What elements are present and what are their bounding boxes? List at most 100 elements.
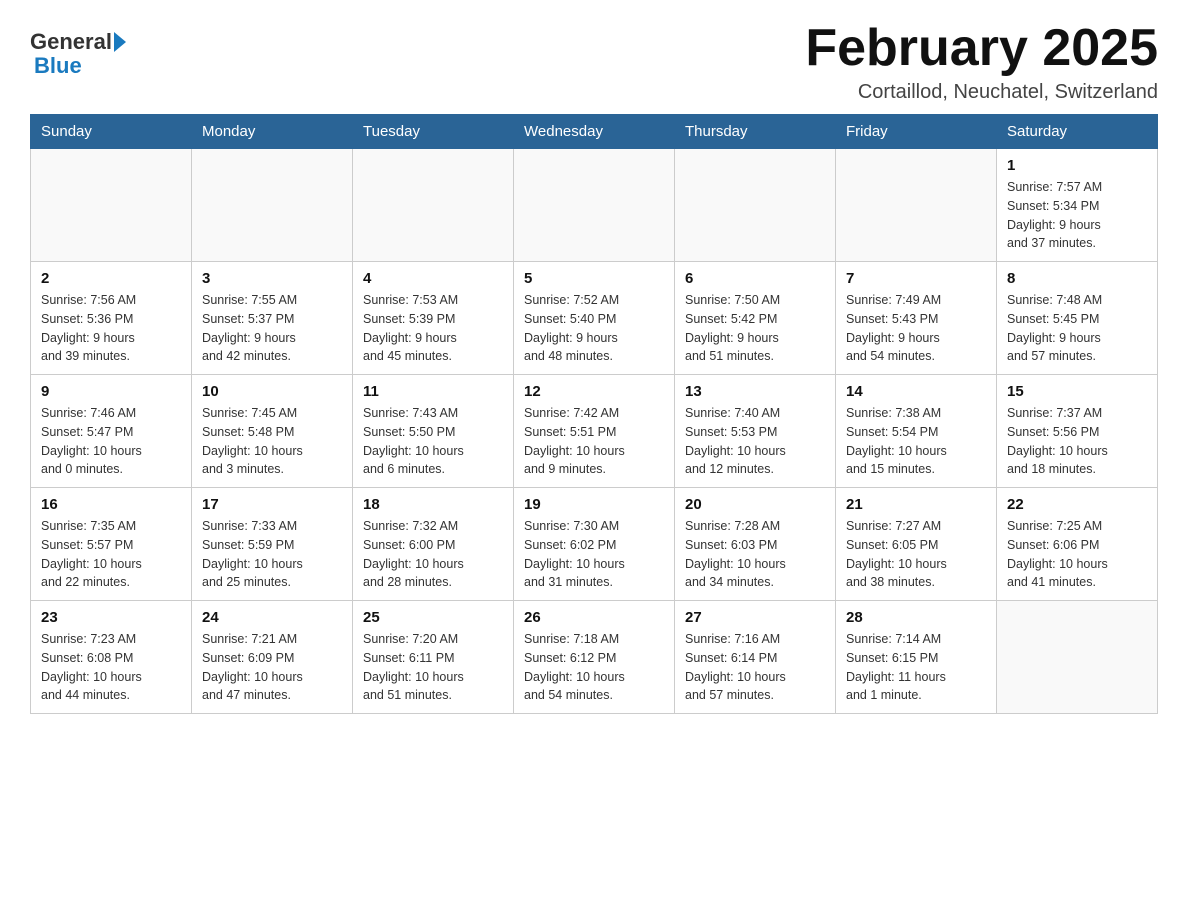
day-info: Sunrise: 7:23 AMSunset: 6:08 PMDaylight:… xyxy=(41,630,181,705)
month-title: February 2025 xyxy=(805,20,1158,77)
day-number: 12 xyxy=(524,383,664,400)
day-number: 11 xyxy=(363,383,503,400)
calendar-cell: 23 Sunrise: 7:23 AMSunset: 6:08 PMDayligh… xyxy=(31,601,192,714)
day-info: Sunrise: 7:43 AMSunset: 5:50 PMDaylight:… xyxy=(363,404,503,479)
day-info: Sunrise: 7:16 AMSunset: 6:14 PMDaylight:… xyxy=(685,630,825,705)
day-number: 21 xyxy=(846,496,986,513)
calendar-cell xyxy=(997,601,1158,714)
day-number: 1 xyxy=(1007,157,1147,174)
day-number: 9 xyxy=(41,383,181,400)
calendar-cell: 4 Sunrise: 7:53 AMSunset: 5:39 PMDaylight… xyxy=(353,262,514,375)
day-number: 3 xyxy=(202,270,342,287)
weekday-header-sunday: Sunday xyxy=(31,115,192,149)
day-info: Sunrise: 7:18 AMSunset: 6:12 PMDaylight:… xyxy=(524,630,664,705)
day-number: 25 xyxy=(363,609,503,626)
calendar-cell: 24 Sunrise: 7:21 AMSunset: 6:09 PMDayligh… xyxy=(192,601,353,714)
day-info: Sunrise: 7:35 AMSunset: 5:57 PMDaylight:… xyxy=(41,517,181,592)
day-info: Sunrise: 7:40 AMSunset: 5:53 PMDaylight:… xyxy=(685,404,825,479)
day-number: 13 xyxy=(685,383,825,400)
day-number: 26 xyxy=(524,609,664,626)
day-info: Sunrise: 7:56 AMSunset: 5:36 PMDaylight:… xyxy=(41,291,181,366)
calendar-cell: 18 Sunrise: 7:32 AMSunset: 6:00 PMDayligh… xyxy=(353,488,514,601)
day-info: Sunrise: 7:38 AMSunset: 5:54 PMDaylight:… xyxy=(846,404,986,479)
day-info: Sunrise: 7:32 AMSunset: 6:00 PMDaylight:… xyxy=(363,517,503,592)
day-info: Sunrise: 7:33 AMSunset: 5:59 PMDaylight:… xyxy=(202,517,342,592)
day-info: Sunrise: 7:55 AMSunset: 5:37 PMDaylight:… xyxy=(202,291,342,366)
weekday-header-row: SundayMondayTuesdayWednesdayThursdayFrid… xyxy=(31,115,1158,149)
day-info: Sunrise: 7:25 AMSunset: 6:06 PMDaylight:… xyxy=(1007,517,1147,592)
calendar-cell: 12 Sunrise: 7:42 AMSunset: 5:51 PMDayligh… xyxy=(514,375,675,488)
weekday-header-monday: Monday xyxy=(192,115,353,149)
calendar-cell xyxy=(836,149,997,262)
day-info: Sunrise: 7:37 AMSunset: 5:56 PMDaylight:… xyxy=(1007,404,1147,479)
week-row-1: 1 Sunrise: 7:57 AMSunset: 5:34 PMDaylight… xyxy=(31,149,1158,262)
day-number: 22 xyxy=(1007,496,1147,513)
day-number: 7 xyxy=(846,270,986,287)
day-number: 19 xyxy=(524,496,664,513)
page-header: General Blue February 2025 Cortaillod, N… xyxy=(30,20,1158,104)
calendar-cell: 5Sunrise: 7:52 AMSunset: 5:40 PMDaylight… xyxy=(514,262,675,375)
calendar-cell xyxy=(31,149,192,262)
calendar-cell: 10Sunrise: 7:45 AMSunset: 5:48 PMDayligh… xyxy=(192,375,353,488)
day-number: 16 xyxy=(41,496,181,513)
day-info: Sunrise: 7:42 AMSunset: 5:51 PMDaylight:… xyxy=(524,404,664,479)
calendar-cell: 2 Sunrise: 7:56 AMSunset: 5:36 PMDaylight… xyxy=(31,262,192,375)
calendar-table: SundayMondayTuesdayWednesdayThursdayFrid… xyxy=(30,114,1158,714)
day-number: 28 xyxy=(846,609,986,626)
logo-blue: Blue xyxy=(34,54,82,78)
day-number: 10 xyxy=(202,383,342,400)
day-info: Sunrise: 7:50 AMSunset: 5:42 PMDaylight:… xyxy=(685,291,825,366)
day-number: 14 xyxy=(846,383,986,400)
calendar-cell: 8Sunrise: 7:48 AMSunset: 5:45 PMDaylight… xyxy=(997,262,1158,375)
weekday-header-wednesday: Wednesday xyxy=(514,115,675,149)
day-info: Sunrise: 7:21 AMSunset: 6:09 PMDaylight:… xyxy=(202,630,342,705)
calendar-cell xyxy=(514,149,675,262)
calendar-cell: 20Sunrise: 7:28 AMSunset: 6:03 PMDayligh… xyxy=(675,488,836,601)
calendar-cell: 25 Sunrise: 7:20 AMSunset: 6:11 PMDayligh… xyxy=(353,601,514,714)
calendar-cell: 13 Sunrise: 7:40 AMSunset: 5:53 PMDayligh… xyxy=(675,375,836,488)
calendar-cell xyxy=(192,149,353,262)
day-number: 4 xyxy=(363,270,503,287)
day-info: Sunrise: 7:57 AMSunset: 5:34 PMDaylight:… xyxy=(1007,178,1147,253)
day-number: 2 xyxy=(41,270,181,287)
weekday-header-tuesday: Tuesday xyxy=(353,115,514,149)
calendar-cell: 22 Sunrise: 7:25 AMSunset: 6:06 PMDayligh… xyxy=(997,488,1158,601)
calendar-cell: 26 Sunrise: 7:18 AMSunset: 6:12 PMDayligh… xyxy=(514,601,675,714)
day-info: Sunrise: 7:28 AMSunset: 6:03 PMDaylight:… xyxy=(685,517,825,592)
calendar-cell: 1 Sunrise: 7:57 AMSunset: 5:34 PMDaylight… xyxy=(997,149,1158,262)
week-row-3: 9 Sunrise: 7:46 AMSunset: 5:47 PMDaylight… xyxy=(31,375,1158,488)
day-number: 15 xyxy=(1007,383,1147,400)
weekday-header-friday: Friday xyxy=(836,115,997,149)
day-info: Sunrise: 7:30 AMSunset: 6:02 PMDaylight:… xyxy=(524,517,664,592)
day-info: Sunrise: 7:53 AMSunset: 5:39 PMDaylight:… xyxy=(363,291,503,366)
location-subtitle: Cortaillod, Neuchatel, Switzerland xyxy=(805,81,1158,104)
calendar-cell: 19 Sunrise: 7:30 AMSunset: 6:02 PMDayligh… xyxy=(514,488,675,601)
day-number: 8 xyxy=(1007,270,1147,287)
calendar-cell xyxy=(675,149,836,262)
day-info: Sunrise: 7:46 AMSunset: 5:47 PMDaylight:… xyxy=(41,404,181,479)
calendar-cell: 11 Sunrise: 7:43 AMSunset: 5:50 PMDayligh… xyxy=(353,375,514,488)
calendar-cell: 14 Sunrise: 7:38 AMSunset: 5:54 PMDayligh… xyxy=(836,375,997,488)
day-info: Sunrise: 7:49 AMSunset: 5:43 PMDaylight:… xyxy=(846,291,986,366)
title-block: February 2025 Cortaillod, Neuchatel, Swi… xyxy=(805,20,1158,104)
calendar-cell: 17Sunrise: 7:33 AMSunset: 5:59 PMDayligh… xyxy=(192,488,353,601)
day-info: Sunrise: 7:20 AMSunset: 6:11 PMDaylight:… xyxy=(363,630,503,705)
calendar-cell: 27 Sunrise: 7:16 AMSunset: 6:14 PMDayligh… xyxy=(675,601,836,714)
calendar-cell xyxy=(353,149,514,262)
day-number: 27 xyxy=(685,609,825,626)
day-number: 23 xyxy=(41,609,181,626)
calendar-cell: 16 Sunrise: 7:35 AMSunset: 5:57 PMDayligh… xyxy=(31,488,192,601)
week-row-2: 2 Sunrise: 7:56 AMSunset: 5:36 PMDaylight… xyxy=(31,262,1158,375)
day-number: 24 xyxy=(202,609,342,626)
week-row-5: 23 Sunrise: 7:23 AMSunset: 6:08 PMDayligh… xyxy=(31,601,1158,714)
week-row-4: 16 Sunrise: 7:35 AMSunset: 5:57 PMDayligh… xyxy=(31,488,1158,601)
logo-arrow-icon xyxy=(114,32,126,52)
day-number: 18 xyxy=(363,496,503,513)
weekday-header-saturday: Saturday xyxy=(997,115,1158,149)
day-info: Sunrise: 7:14 AMSunset: 6:15 PMDaylight:… xyxy=(846,630,986,705)
day-info: Sunrise: 7:27 AMSunset: 6:05 PMDaylight:… xyxy=(846,517,986,592)
calendar-cell: 6 Sunrise: 7:50 AMSunset: 5:42 PMDaylight… xyxy=(675,262,836,375)
weekday-header-thursday: Thursday xyxy=(675,115,836,149)
day-number: 6 xyxy=(685,270,825,287)
calendar-cell: 21 Sunrise: 7:27 AMSunset: 6:05 PMDayligh… xyxy=(836,488,997,601)
